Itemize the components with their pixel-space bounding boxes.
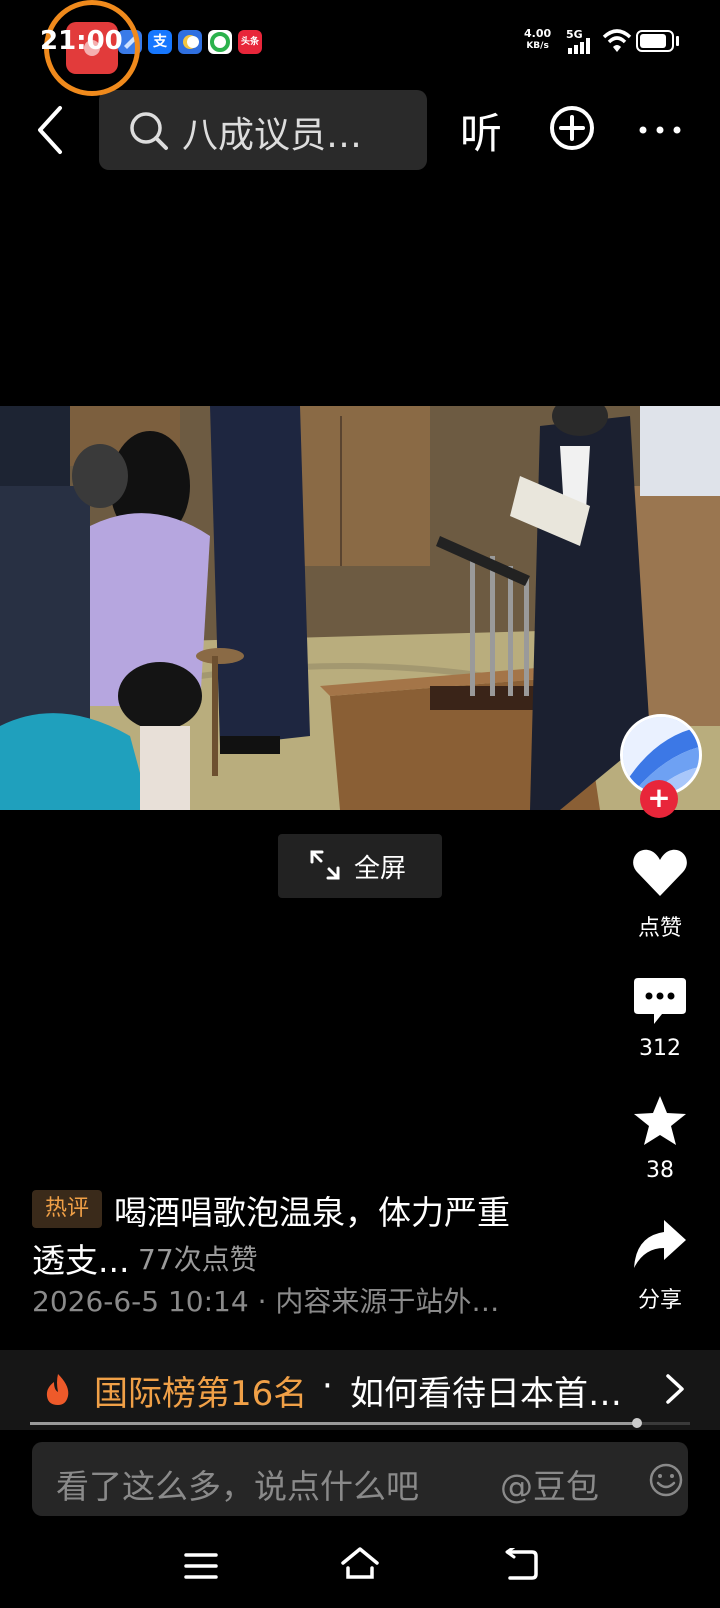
battery-level <box>640 34 666 48</box>
listen-button[interactable]: 听 <box>460 100 502 161</box>
ranking-position: 国际榜第16名 <box>94 1374 308 1414</box>
battery-tip <box>676 36 679 46</box>
comment-icon[interactable] <box>632 976 688 1026</box>
hot-comment-tag: 热评 <box>32 1190 102 1228</box>
video-player[interactable] <box>0 406 720 810</box>
home-icon[interactable] <box>340 1546 380 1580</box>
heart-icon[interactable] <box>632 848 688 898</box>
favorite-count: 38 <box>646 1158 674 1183</box>
back-nav-icon[interactable] <box>504 1548 538 1580</box>
signal-icon <box>568 38 590 54</box>
comment-placeholder: 看了这么多，说点什么吧 <box>56 1467 419 1506</box>
alipay-icon: 支 <box>148 30 172 54</box>
hot-comment-text-line2[interactable]: 透支... <box>32 1234 129 1282</box>
video-frame <box>0 406 720 810</box>
share-icon[interactable] <box>632 1218 688 1272</box>
like-label: 点赞 <box>637 916 682 941</box>
search-query: 八成议员… <box>182 115 363 156</box>
ranking-topic: 如何看待日本首… <box>350 1374 622 1414</box>
video-progress-handle[interactable] <box>632 1418 642 1428</box>
menu-icon[interactable] <box>184 1552 218 1580</box>
plus-icon <box>559 115 585 141</box>
comment-count: 312 <box>639 1036 681 1061</box>
fire-icon <box>46 1374 69 1405</box>
share-label: 分享 <box>637 1288 682 1313</box>
follow-plus-button[interactable]: + <box>640 780 678 818</box>
toutiao-icon: 头条 <box>238 30 262 54</box>
emoji-icon[interactable] <box>648 1462 684 1498</box>
add-button[interactable] <box>550 106 594 150</box>
green-swirl-icon <box>208 30 232 54</box>
hot-comment-text-line1[interactable]: 喝酒唱歌泡温泉，体力严重 <box>114 1186 510 1234</box>
mention-doubao-button[interactable]: @豆包 <box>500 1460 599 1508</box>
network-speed: 4.00 KB/s <box>524 27 552 52</box>
fullscreen-icon <box>310 850 340 880</box>
search-icon <box>130 112 168 150</box>
chevron-right-icon <box>666 1374 684 1404</box>
back-arrow-icon[interactable] <box>30 100 70 160</box>
fullscreen-label: 全屏 <box>354 854 407 884</box>
star-icon[interactable] <box>632 1094 688 1148</box>
ranking-separator: · <box>322 1366 333 1406</box>
video-progress-fill <box>30 1422 637 1425</box>
hot-comment-likes: 77次点赞 <box>138 1243 258 1276</box>
chat-app-icon <box>178 30 202 54</box>
status-time: 21:00 <box>40 26 123 56</box>
wifi-icon <box>602 29 632 52</box>
post-meta: 2026-6-5 10:14 · 内容来源于站外… <box>32 1285 500 1318</box>
more-options-icon[interactable] <box>638 124 682 136</box>
